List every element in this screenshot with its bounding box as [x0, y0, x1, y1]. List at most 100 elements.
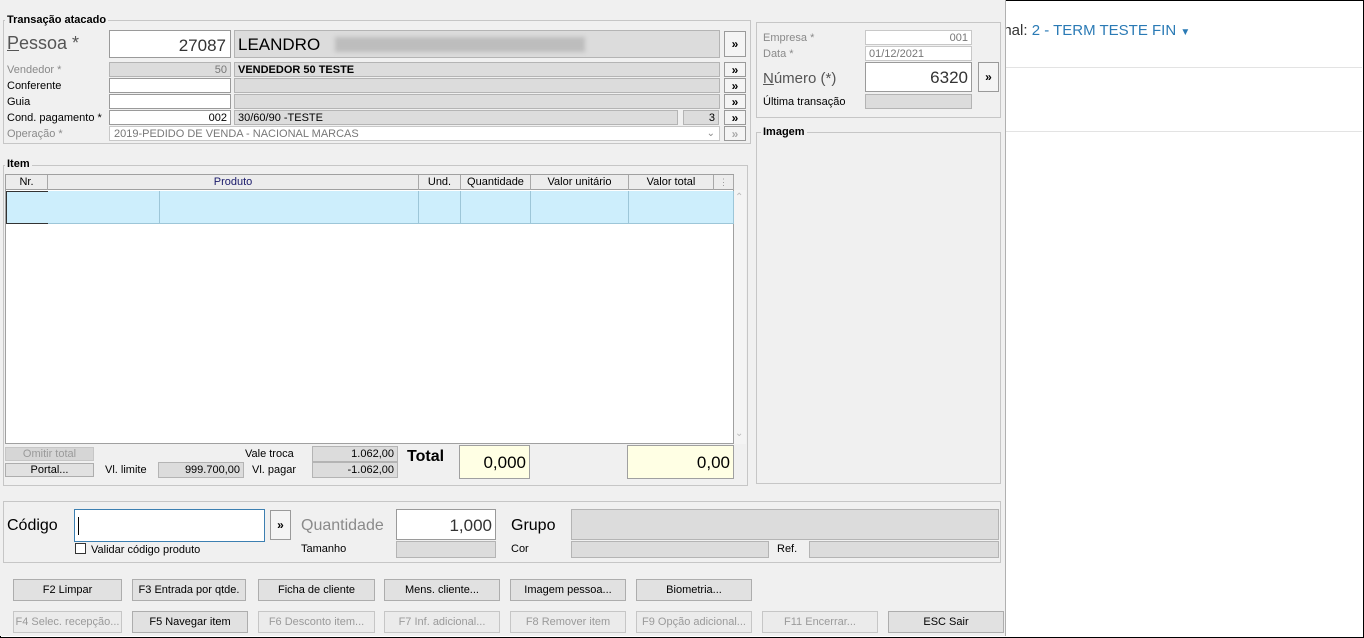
- cell-produto[interactable]: [160, 191, 419, 224]
- vale-troca-field: 1.062,00: [312, 446, 398, 462]
- cell-valor-unitario[interactable]: [531, 191, 629, 224]
- cor-label: Cor: [511, 543, 529, 555]
- guia-name-field: [234, 94, 720, 109]
- cell-valor-total[interactable]: [629, 191, 734, 224]
- parcelas-value: 3: [708, 112, 715, 124]
- column-nr[interactable]: Nr.: [6, 175, 48, 190]
- parcelas-field: 3: [683, 110, 719, 125]
- quantidade-label: Quantidade: [301, 517, 384, 534]
- imagem-pessoa-button[interactable]: Imagem pessoa...: [510, 579, 626, 601]
- caret-down-icon[interactable]: ▼: [1180, 27, 1190, 38]
- vendedor-label: Vendedor *: [7, 64, 62, 76]
- vl-limite-value: 999.700,00: [184, 464, 240, 476]
- guia-search-button[interactable]: »: [724, 94, 746, 109]
- total-quantidade: 0,000: [483, 453, 526, 471]
- mens-cliente-button[interactable]: Mens. cliente...: [384, 579, 500, 601]
- vendedor-code: 50: [214, 64, 227, 76]
- vl-limite-field: 999.700,00: [158, 462, 244, 478]
- vendedor-code-field[interactable]: 50: [109, 62, 231, 77]
- biometria-button[interactable]: Biometria...: [636, 579, 752, 601]
- encerrar-button[interactable]: F11 Encerrar...: [762, 611, 878, 633]
- guia-label: Guia: [7, 96, 31, 108]
- cond-pagamento-code-field[interactable]: 002: [109, 110, 231, 125]
- grid-header: Nr. Produto Und. Quantidade Valor unitár…: [6, 175, 734, 190]
- cond-pagamento-name-field: 30/60/90 -TESTE: [234, 110, 678, 125]
- opcao-adicional-button[interactable]: F9 Opção adicional...: [636, 611, 752, 633]
- vendedor-search-button[interactable]: »: [724, 62, 746, 77]
- grupo-field: [571, 509, 999, 540]
- pessoa-code-field[interactable]: 27087: [109, 30, 231, 58]
- tamanho-field: [396, 541, 496, 558]
- ref-field: [809, 541, 999, 558]
- quantidade-value: 1,000: [449, 516, 492, 534]
- limpar-button[interactable]: F2 Limpar: [13, 579, 122, 601]
- inf-adicional-button[interactable]: F7 Inf. adicional...: [384, 611, 500, 633]
- ref-label: Ref.: [777, 543, 798, 555]
- data-value: 01/12/2021: [869, 48, 925, 60]
- ficha-cliente-button[interactable]: Ficha de cliente: [258, 579, 375, 601]
- codigo-input[interactable]: [74, 509, 265, 542]
- column-produto[interactable]: Produto: [48, 175, 419, 190]
- vendedor-name: VENDEDOR 50 TESTE: [238, 64, 355, 76]
- vale-troca-label: Vale troca: [245, 448, 294, 460]
- operacao-select[interactable]: 2019-PEDIDO DE VENDA - NACIONAL MARCAS ⌄: [109, 126, 720, 141]
- transacao-dialog: Transação atacado Pessoa * 27087 LEANDRO…: [0, 0, 1006, 636]
- scroll-down-icon[interactable]: ⌄: [735, 428, 743, 439]
- operacao-search-button[interactable]: »: [724, 126, 746, 141]
- cond-pagamento-code: 002: [208, 112, 227, 124]
- remover-item-button[interactable]: F8 Remover item: [510, 611, 626, 633]
- portal-button[interactable]: Portal...: [5, 463, 94, 477]
- ultima-transacao-label: Última transação: [763, 96, 846, 108]
- column-valor-unitario[interactable]: Valor unitário: [531, 175, 629, 190]
- ultima-transacao-field: [865, 94, 972, 109]
- cell-quantidade[interactable]: [461, 191, 531, 224]
- terminal-value[interactable]: 2 - TERM TESTE FIN: [1032, 22, 1176, 39]
- codigo-value: [75, 510, 264, 518]
- empresa-value: 001: [949, 32, 968, 44]
- guia-code-field[interactable]: [109, 94, 231, 109]
- data-field: 01/12/2021: [865, 46, 972, 61]
- column-und[interactable]: Und.: [419, 175, 461, 190]
- esc-sair-button[interactable]: ESC Sair: [888, 611, 1004, 633]
- cell-produto-code[interactable]: [48, 191, 160, 224]
- chevron-down-icon[interactable]: ⌄: [707, 128, 715, 139]
- terminal-selector[interactable]: inal: 2 - TERM TESTE FIN ▼: [1000, 22, 1190, 39]
- tamanho-label: Tamanho: [301, 543, 347, 555]
- column-quantidade[interactable]: Quantidade: [461, 175, 531, 190]
- validar-label: Validar código produto: [91, 544, 201, 556]
- numero-field[interactable]: 6320: [865, 62, 972, 92]
- pessoa-name-field: LEANDRO: [234, 30, 720, 58]
- column-valor-total[interactable]: Valor total: [629, 175, 714, 190]
- numero-search-button[interactable]: »: [978, 62, 999, 92]
- table-row[interactable]: [6, 191, 734, 224]
- cell-und[interactable]: [419, 191, 461, 224]
- columns-config-icon[interactable]: ⋮: [714, 175, 734, 190]
- cond-pagamento-label: Cond. pagamento *: [7, 112, 102, 124]
- text-cursor: [78, 517, 79, 535]
- pessoa-code: 27087: [178, 36, 226, 54]
- conferente-code-field[interactable]: [109, 78, 231, 93]
- conferente-search-button[interactable]: »: [724, 78, 746, 93]
- navegar-item-button[interactable]: F5 Navegar item: [132, 611, 248, 633]
- validar-checkbox[interactable]: [75, 543, 86, 554]
- cond-pagamento-search-button[interactable]: »: [724, 110, 746, 125]
- conferente-label: Conferente: [7, 80, 62, 92]
- transacao-title: Transação atacado: [5, 14, 109, 26]
- imagem-group: [756, 132, 1001, 484]
- vl-pagar-label: Vl. pagar: [252, 464, 297, 476]
- numero-value: 6320: [930, 68, 968, 86]
- pessoa-search-button[interactable]: »: [724, 31, 746, 57]
- total-label: Total: [407, 448, 445, 465]
- item-grid[interactable]: Nr. Produto Und. Quantidade Valor unitár…: [5, 174, 734, 444]
- desconto-item-button[interactable]: F6 Desconto item...: [258, 611, 375, 633]
- entrada-qtde-button[interactable]: F3 Entrada por qtde.: [132, 579, 246, 601]
- selec-recepcao-button[interactable]: F4 Selec. recepção...: [13, 611, 122, 633]
- scroll-up-icon[interactable]: ⌃: [735, 192, 743, 203]
- cell-nr[interactable]: [6, 191, 49, 224]
- codigo-search-button[interactable]: »: [270, 510, 291, 540]
- omitir-total-button[interactable]: Omitir total: [5, 447, 94, 461]
- cor-field: [571, 541, 769, 558]
- grid-scrollbar[interactable]: ⌃ ⌄: [734, 190, 746, 444]
- vl-pagar-field: -1.062,00: [312, 462, 398, 478]
- quantidade-input[interactable]: 1,000: [396, 509, 496, 540]
